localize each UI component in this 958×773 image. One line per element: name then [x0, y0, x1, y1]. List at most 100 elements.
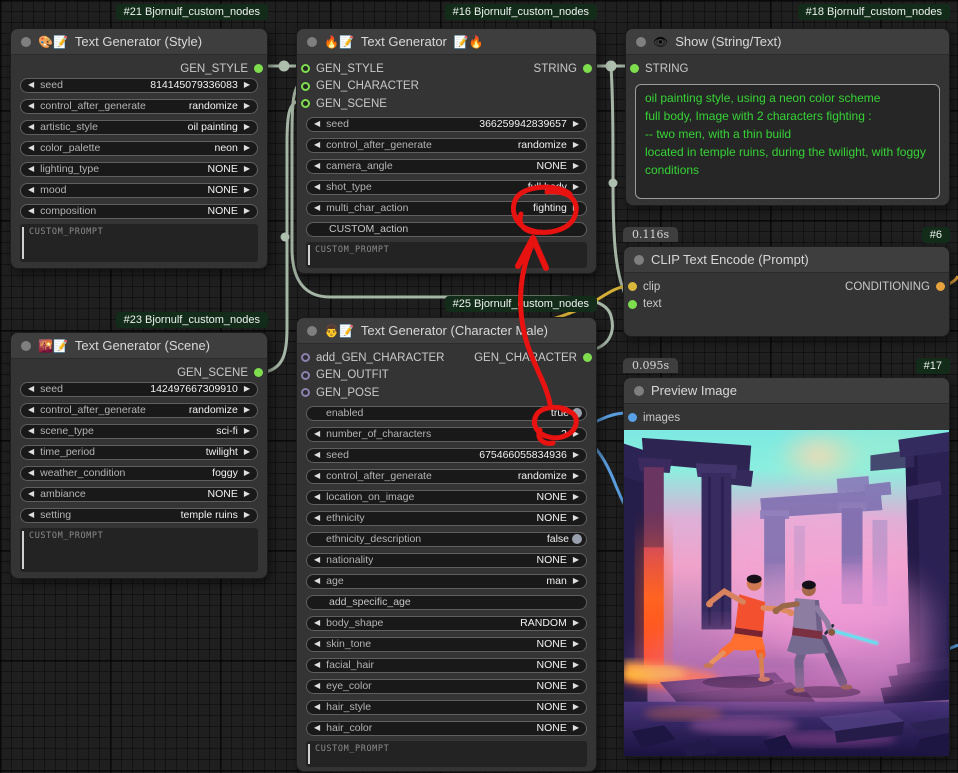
node-text-generator-scene[interactable]: 🌇📝 Text Generator (Scene) GEN_SCENE ◀see… [10, 332, 268, 579]
input-slot-text[interactable]: text [628, 298, 662, 310]
toggle-knob-icon[interactable] [572, 408, 582, 418]
widget-value[interactable]: randomize [189, 100, 238, 112]
input-dot-icon[interactable] [301, 82, 310, 91]
widget-value[interactable]: NONE [537, 680, 567, 692]
input-slot-GEN_STYLE[interactable]: GEN_STYLE [301, 63, 384, 75]
widget-value[interactable]: neon [214, 142, 237, 154]
decrement-arrow-icon[interactable]: ◀ [314, 640, 320, 648]
decrement-arrow-icon[interactable]: ◀ [28, 427, 34, 435]
widget-value[interactable]: oil painting [188, 121, 238, 133]
input-slot-GEN_CHARACTER[interactable]: GEN_CHARACTER [301, 80, 419, 92]
widget-value[interactable]: NONE [208, 184, 238, 196]
widget-value[interactable]: fighting [533, 202, 567, 214]
widget-eye_color[interactable]: ◀eye_colorNONE▶ [306, 679, 587, 694]
increment-arrow-icon[interactable]: ▶ [244, 123, 250, 131]
input-slot-clip[interactable]: clip [628, 281, 660, 293]
increment-arrow-icon[interactable]: ▶ [244, 207, 250, 215]
custom-prompt-textarea[interactable]: CUSTOM_PROMPT [306, 741, 587, 767]
widget-value[interactable]: NONE [537, 160, 567, 172]
widget-control_after_generate[interactable]: ◀control_after_generaterandomize▶ [20, 403, 258, 418]
increment-arrow-icon[interactable]: ▶ [573, 120, 579, 128]
widget-value[interactable]: randomize [189, 404, 238, 416]
collapse-dot-icon[interactable] [21, 37, 31, 47]
widget-value[interactable]: NONE [208, 163, 238, 175]
widget-value[interactable]: 675466055834936 [479, 449, 567, 461]
widget-seed[interactable]: ◀seed675466055834936▶ [306, 448, 587, 463]
increment-arrow-icon[interactable]: ▶ [244, 186, 250, 194]
input-slot-images[interactable]: images [628, 412, 680, 424]
node-clip-text-encode[interactable]: CLIP Text Encode (Prompt) clipCONDITIONI… [623, 246, 950, 337]
increment-arrow-icon[interactable]: ▶ [573, 556, 579, 564]
decrement-arrow-icon[interactable]: ◀ [314, 661, 320, 669]
widget-value[interactable]: NONE [537, 512, 567, 524]
widget-value[interactable]: NONE [537, 554, 567, 566]
decrement-arrow-icon[interactable]: ◀ [314, 451, 320, 459]
node-header[interactable]: 👁 Show (String/Text) [626, 29, 949, 55]
output-slot-GEN_STYLE[interactable]: GEN_STYLE [180, 63, 263, 75]
node-preview-image[interactable]: Preview Image images [623, 377, 950, 757]
node-text-generator-style[interactable]: 🎨📝 Text Generator (Style) GEN_STYLE ◀see… [10, 28, 268, 269]
increment-arrow-icon[interactable]: ▶ [573, 577, 579, 585]
decrement-arrow-icon[interactable]: ◀ [314, 472, 320, 480]
output-slot-STRING[interactable]: STRING [534, 63, 592, 75]
widget-value[interactable]: full body [528, 181, 567, 193]
increment-arrow-icon[interactable]: ▶ [244, 144, 250, 152]
widget-artistic_style[interactable]: ◀artistic_styleoil painting▶ [20, 120, 258, 135]
decrement-arrow-icon[interactable]: ◀ [314, 556, 320, 564]
widget-value[interactable]: man [546, 575, 566, 587]
input-dot-icon[interactable] [301, 388, 310, 397]
node-header[interactable]: 👨📝 Text Generator (Character Male) [297, 318, 596, 344]
decrement-arrow-icon[interactable]: ◀ [314, 619, 320, 627]
decrement-arrow-icon[interactable]: ◀ [28, 123, 34, 131]
output-slot-GEN_CHARACTER[interactable]: GEN_CHARACTER [474, 352, 592, 364]
decrement-arrow-icon[interactable]: ◀ [314, 514, 320, 522]
widget-nationality[interactable]: ◀nationalityNONE▶ [306, 553, 587, 568]
node-text-generator-main[interactable]: 🔥📝 Text Generator 📝🔥 GEN_STYLESTRINGGEN_… [296, 28, 597, 274]
widget-value[interactable]: twilight [206, 446, 238, 458]
output-slot-CONDITIONING[interactable]: CONDITIONING [845, 281, 945, 293]
decrement-arrow-icon[interactable]: ◀ [28, 385, 34, 393]
decrement-arrow-icon[interactable]: ◀ [314, 493, 320, 501]
output-slot-GEN_SCENE[interactable]: GEN_SCENE [177, 367, 263, 379]
widget-seed[interactable]: ◀seed814145079336083▶ [20, 78, 258, 93]
decrement-arrow-icon[interactable]: ◀ [314, 577, 320, 585]
widget-shot_type[interactable]: ◀shot_typefull body▶ [306, 180, 587, 195]
widget-composition[interactable]: ◀compositionNONE▶ [20, 204, 258, 219]
increment-arrow-icon[interactable]: ▶ [573, 724, 579, 732]
widget-scene_type[interactable]: ◀scene_typesci-fi▶ [20, 424, 258, 439]
widget-value[interactable]: RANDOM [520, 617, 567, 629]
increment-arrow-icon[interactable]: ▶ [244, 448, 250, 456]
decrement-arrow-icon[interactable]: ◀ [314, 682, 320, 690]
widget-value[interactable]: 142497667309910 [150, 383, 238, 395]
decrement-arrow-icon[interactable]: ◀ [28, 511, 34, 519]
widget-enabled[interactable]: enabledtrue [306, 406, 587, 421]
custom-prompt-textarea[interactable]: CUSTOM_PROMPT [20, 528, 258, 573]
collapse-dot-icon[interactable] [636, 37, 646, 47]
node-show-string-text[interactable]: 👁 Show (String/Text) STRING oil painting… [625, 28, 950, 206]
widget-value[interactable]: NONE [537, 701, 567, 713]
decrement-arrow-icon[interactable]: ◀ [28, 448, 34, 456]
decrement-arrow-icon[interactable]: ◀ [28, 81, 34, 89]
widget-value[interactable]: NONE [537, 491, 567, 503]
widget-number_of_characters[interactable]: ◀number_of_characters2▶ [306, 427, 587, 442]
decrement-arrow-icon[interactable]: ◀ [28, 102, 34, 110]
decrement-arrow-icon[interactable]: ◀ [28, 469, 34, 477]
widget-value[interactable]: NONE [537, 659, 567, 671]
widget-age[interactable]: ◀ageman▶ [306, 574, 587, 589]
custom-prompt-textarea[interactable]: CUSTOM_PROMPT [306, 242, 587, 268]
node-header[interactable]: Preview Image [624, 378, 949, 404]
increment-arrow-icon[interactable]: ▶ [244, 102, 250, 110]
increment-arrow-icon[interactable]: ▶ [573, 514, 579, 522]
collapse-dot-icon[interactable] [634, 386, 644, 396]
node-text-generator-character-male[interactable]: 👨📝 Text Generator (Character Male) add_G… [296, 317, 597, 772]
input-dot-icon[interactable] [628, 413, 637, 422]
increment-arrow-icon[interactable]: ▶ [573, 141, 579, 149]
output-dot-icon[interactable] [936, 282, 945, 291]
widget-body_shape[interactable]: ◀body_shapeRANDOM▶ [306, 616, 587, 631]
increment-arrow-icon[interactable]: ▶ [573, 183, 579, 191]
widget-value[interactable]: sci-fi [216, 425, 238, 437]
increment-arrow-icon[interactable]: ▶ [573, 451, 579, 459]
shown-string-text[interactable]: oil painting style, using a neon color s… [635, 84, 940, 200]
increment-arrow-icon[interactable]: ▶ [244, 427, 250, 435]
collapse-dot-icon[interactable] [307, 326, 317, 336]
